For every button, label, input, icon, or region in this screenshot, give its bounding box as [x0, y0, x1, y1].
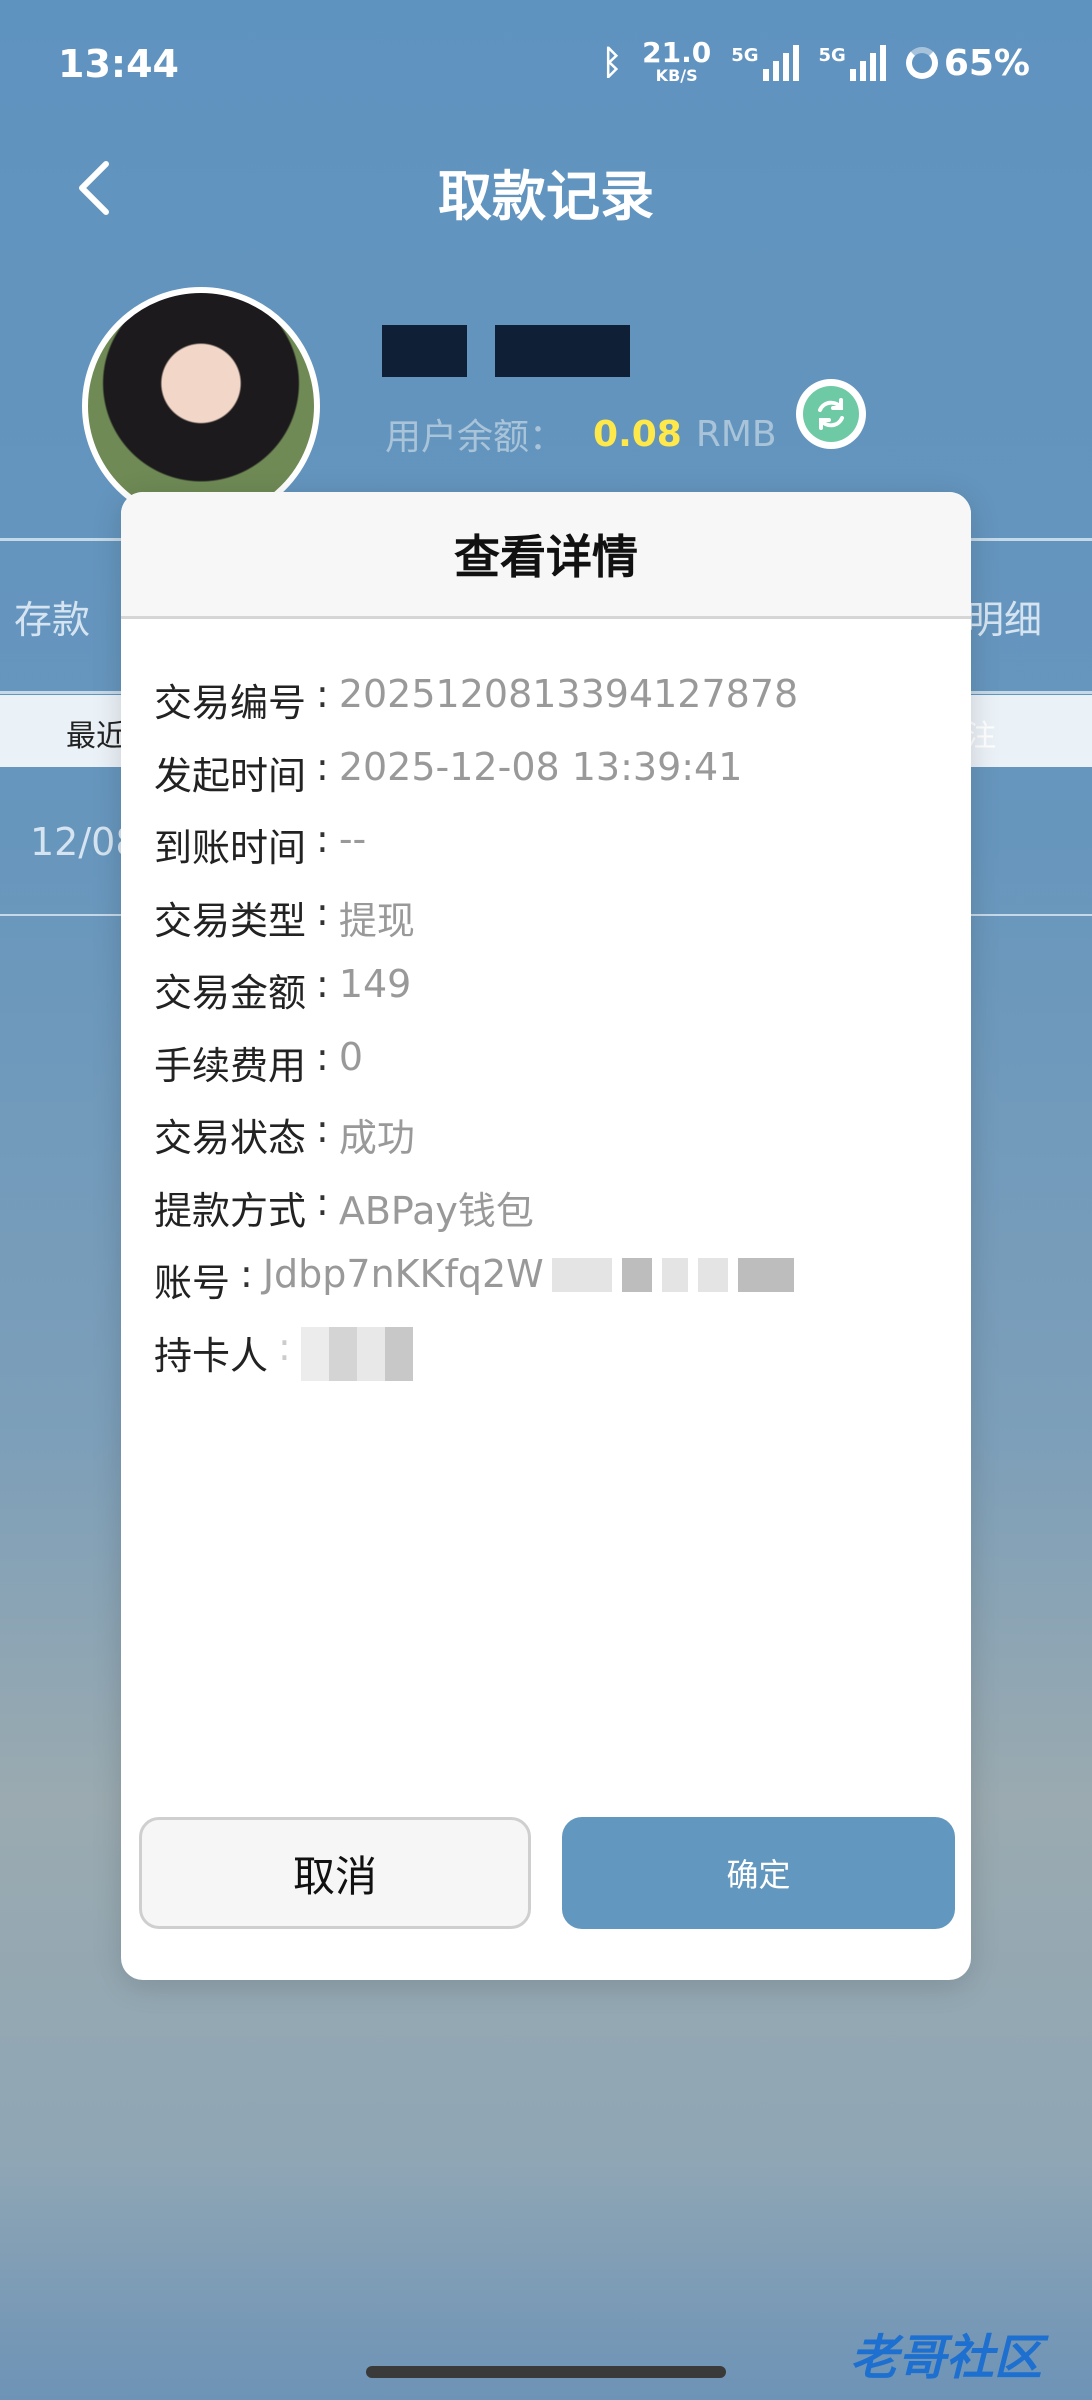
- home-indicator[interactable]: [366, 2366, 726, 2378]
- balance-line: 用户余额： 0.08 RMB: [385, 408, 777, 460]
- label-type: 交易类型: [154, 898, 307, 943]
- label-account: 账号: [154, 1261, 231, 1305]
- detail-row-start-time: 发起时间: 2025-12-08 13:39:41: [154, 744, 743, 798]
- label-method: 提款方式: [154, 1188, 307, 1233]
- net-type-2: 5G: [818, 45, 846, 66]
- detail-row-arrival-time: 到账时间: --: [154, 817, 367, 870]
- value-account: Jdbp7nKKfq2W: [262, 1252, 544, 1296]
- detail-row-amount: 交易金额: 149: [154, 962, 412, 1015]
- column-recent: 最近: [66, 719, 126, 754]
- signal-icon: 5G: [731, 45, 799, 81]
- label-status: 交易状态: [154, 1116, 307, 1160]
- dialog-title: 查看详情: [121, 492, 971, 619]
- balance-label: 用户余额：: [385, 417, 566, 458]
- signal-icon-2: 5G: [819, 45, 886, 81]
- balance-value: 0.08: [593, 413, 682, 455]
- detail-row-holder: 持卡人:: [154, 1325, 798, 1398]
- detail-row-status: 交易状态: 成功: [154, 1107, 415, 1160]
- refresh-button[interactable]: [796, 379, 866, 449]
- label-transaction-id: 交易编号: [154, 681, 307, 725]
- account-redacted: [551, 1258, 794, 1292]
- status-bar: 13:44 ᛒ 21.0 KB/S 5G 5G 65%: [0, 0, 1092, 130]
- battery-icon: [905, 47, 938, 79]
- battery-percent: 65%: [943, 42, 1030, 84]
- value-method: ABPay钱包: [338, 1188, 534, 1233]
- detail-dialog: 查看详情 交易编号: 2025120813394127878 发起时间: 202…: [121, 492, 971, 1980]
- refresh-icon: [803, 386, 859, 442]
- value-start-time: 2025-12-08 13:39:41: [338, 744, 743, 789]
- detail-row-account: 账号: Jdbp7nKKfq2W: [154, 1252, 798, 1325]
- value-transaction-id: 2025120813394127878: [338, 672, 799, 716]
- avatar: [82, 287, 320, 525]
- detail-row-id: 交易编号: 2025120813394127878: [154, 672, 799, 725]
- value-arrival-time: --: [338, 817, 367, 861]
- balance-unit: RMB: [695, 413, 777, 455]
- status-icons: ᛒ 21.0 KB/S 5G 5G 65%: [601, 36, 1030, 86]
- username-redacted: [382, 325, 630, 377]
- label-start-time: 发起时间: [154, 753, 307, 798]
- holder-redacted: [300, 1326, 413, 1381]
- value-amount: 149: [338, 962, 412, 1006]
- speed-value: 21.0: [642, 36, 712, 69]
- cancel-button[interactable]: 取消: [139, 1817, 531, 1929]
- label-holder: 持卡人: [154, 1333, 269, 1378]
- detail-list: 交易编号: 2025120813394127878 发起时间: 2025-12-…: [154, 672, 798, 1397]
- value-type: 提现: [338, 898, 415, 943]
- tab-details[interactable]: 明细: [966, 589, 1042, 644]
- label-fee: 手续费用: [154, 1043, 307, 1088]
- bluetooth-icon: ᛒ: [601, 43, 623, 83]
- status-time: 13:44: [58, 42, 179, 86]
- watermark-logo: 老哥社区: [850, 2330, 1043, 2386]
- value-fee: 0: [338, 1034, 364, 1079]
- speed-unit: KB/S: [655, 66, 698, 85]
- label-amount: 交易金额: [154, 971, 307, 1015]
- detail-row-method: 提款方式: ABPay钱包: [154, 1179, 534, 1233]
- confirm-button[interactable]: 确定: [562, 1817, 955, 1929]
- tab-deposit[interactable]: 存款: [14, 589, 90, 644]
- detail-row-type: 交易类型: 提现: [154, 889, 415, 943]
- value-status: 成功: [338, 1116, 415, 1160]
- network-speed: 21.0 KB/S: [642, 36, 712, 86]
- detail-row-fee: 手续费用: 0: [154, 1034, 364, 1088]
- net-type-1: 5G: [731, 45, 759, 66]
- page-title: 取款记录: [438, 165, 654, 228]
- label-arrival-time: 到账时间: [154, 826, 307, 870]
